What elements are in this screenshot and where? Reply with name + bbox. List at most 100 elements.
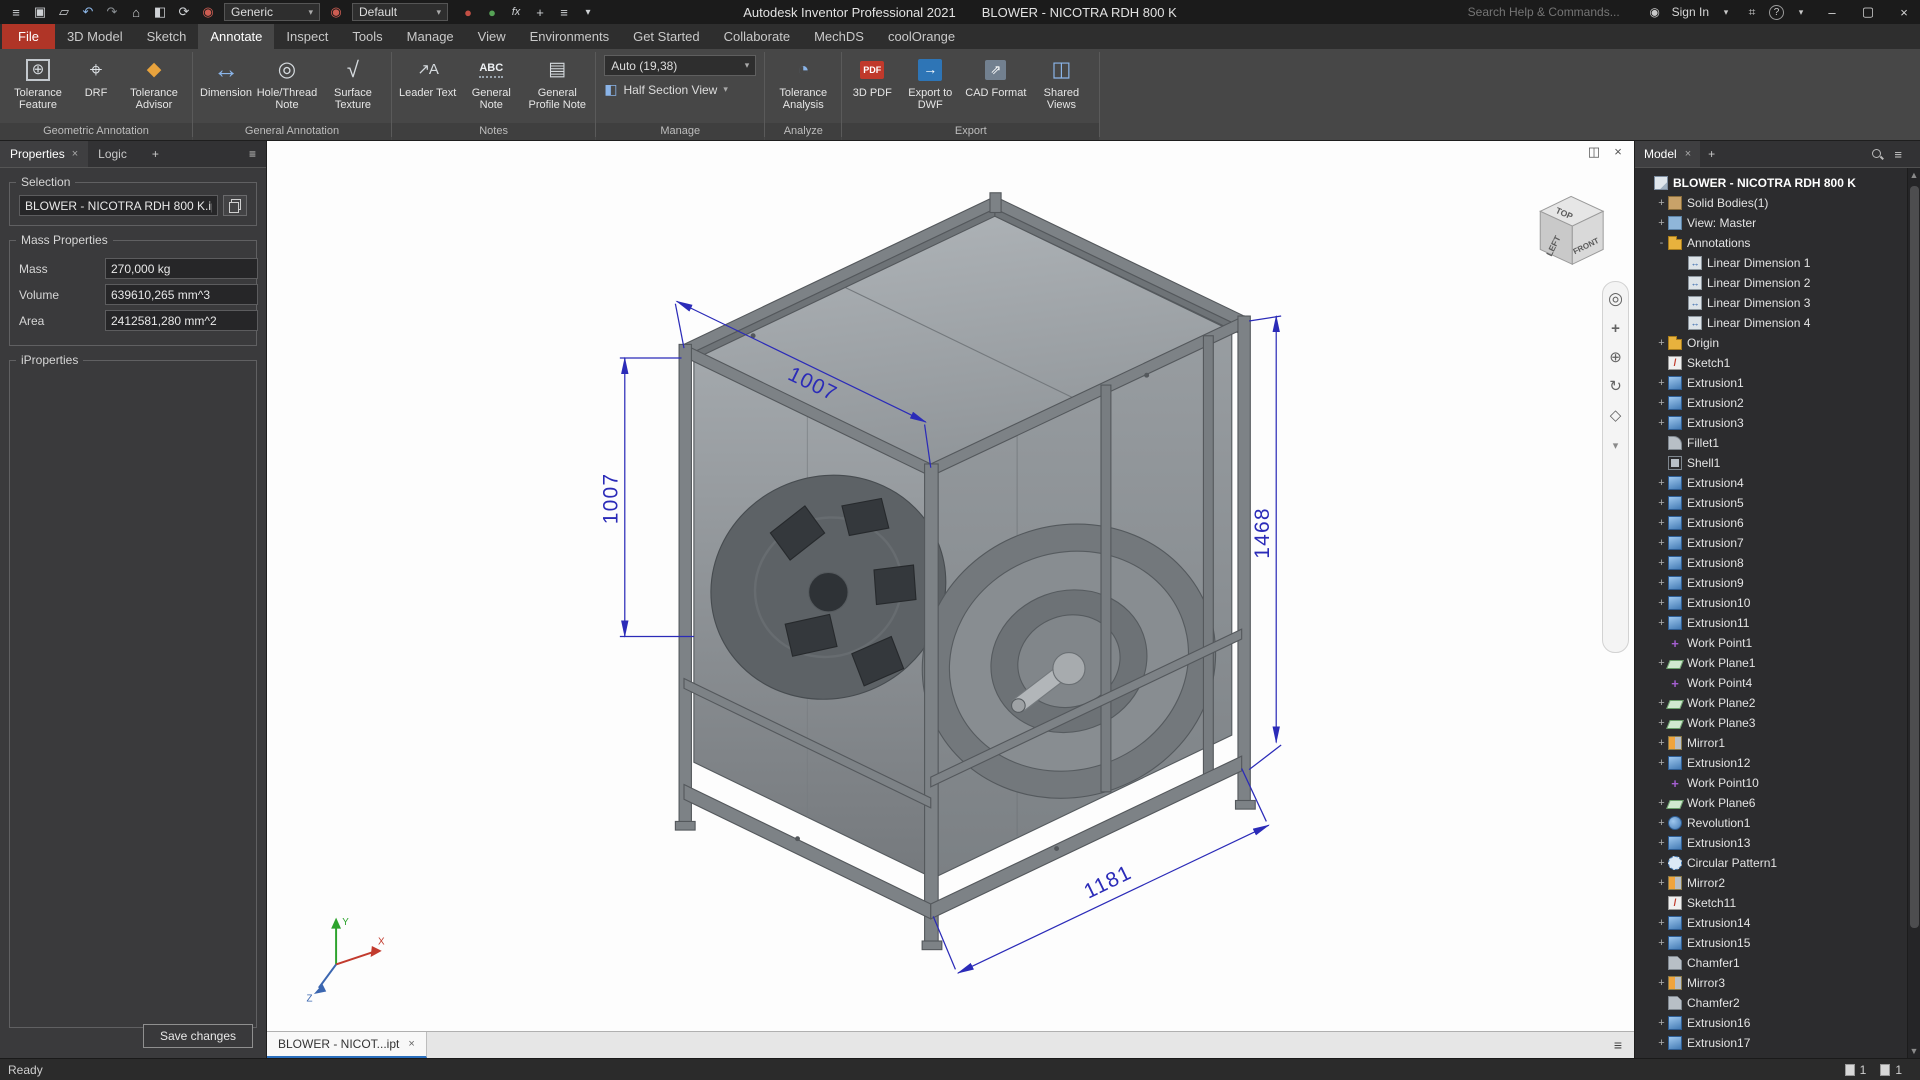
mass-property-value[interactable]: [105, 284, 258, 305]
add-panel-tab-button[interactable]: +: [144, 141, 167, 167]
sign-in-button[interactable]: Sign In: [1672, 5, 1709, 19]
tree-item[interactable]: + Extrusion11: [1637, 613, 1906, 633]
save-changes-button[interactable]: Save changes: [143, 1024, 253, 1048]
tree-expander[interactable]: +: [1655, 757, 1668, 769]
ribbon-tab[interactable]: Annotate: [198, 24, 274, 49]
chevron-down-icon[interactable]: ▾: [1717, 7, 1735, 18]
tree-expander[interactable]: +: [1655, 857, 1668, 869]
ribbon-button[interactable]: General Profile Note: [524, 52, 590, 113]
dimension-label-right[interactable]: 1468: [1251, 507, 1274, 559]
ribbon-button[interactable]: Shared Views: [1028, 52, 1094, 113]
scroll-up-icon[interactable]: ▲: [1910, 168, 1919, 182]
chevron-down-icon[interactable]: ▾: [1792, 7, 1810, 18]
qat-icon[interactable]: [52, 1, 76, 23]
tree-expander[interactable]: +: [1655, 817, 1668, 829]
ribbon-button[interactable]: Tolerance Advisor: [121, 52, 187, 113]
tree-item[interactable]: Chamfer2: [1637, 993, 1906, 1013]
ribbon-button[interactable]: CAD Format: [963, 52, 1028, 100]
ribbon-tab[interactable]: File: [2, 24, 55, 49]
qat-icon[interactable]: [124, 1, 148, 23]
tree-expander[interactable]: +: [1655, 217, 1668, 229]
ribbon-group-title[interactable]: Export: [842, 123, 1099, 140]
ribbon-tab[interactable]: MechDS: [802, 24, 876, 49]
tree-item[interactable]: + Extrusion12: [1637, 753, 1906, 773]
viewport-canvas[interactable]: 1007 1007 1468 1181: [267, 141, 1634, 1031]
ribbon-button[interactable]: Dimension: [198, 52, 254, 100]
tree-item[interactable]: + Extrusion13: [1637, 833, 1906, 853]
scroll-down-icon[interactable]: ▼: [1910, 1044, 1919, 1058]
ribbon-tab[interactable]: Inspect: [274, 24, 340, 49]
tree-expander[interactable]: +: [1655, 497, 1668, 509]
ribbon-group-title[interactable]: Geometric Annotation: [0, 123, 192, 140]
mass-property-value[interactable]: [105, 258, 258, 279]
tree-item[interactable]: + Extrusion16: [1637, 1013, 1906, 1033]
qat-icon[interactable]: [552, 1, 576, 23]
tree-item[interactable]: + Extrusion7: [1637, 533, 1906, 553]
qat-icon[interactable]: [456, 1, 480, 23]
panel-menu-icon[interactable]: ≡: [239, 141, 266, 167]
tree-item[interactable]: Work Point10: [1637, 773, 1906, 793]
model-view[interactable]: 1007 1007 1468 1181: [267, 141, 1634, 1031]
qat-icon[interactable]: [528, 1, 552, 23]
ribbon-button[interactable]: General Note: [458, 52, 524, 113]
tree-item[interactable]: Linear Dimension 2: [1637, 273, 1906, 293]
tree-item[interactable]: + Mirror1: [1637, 733, 1906, 753]
tree-item[interactable]: BLOWER - NICOTRA RDH 800 K: [1637, 173, 1906, 193]
panel-tab[interactable]: Properties ×: [0, 141, 88, 167]
ribbon-tab[interactable]: Get Started: [621, 24, 711, 49]
ribbon-group-title[interactable]: Notes: [392, 123, 595, 140]
look-at-icon[interactable]: [1610, 408, 1622, 423]
ribbon-tab[interactable]: Sketch: [135, 24, 199, 49]
dimension-label-left[interactable]: 1007: [599, 473, 622, 525]
ribbon-group-title[interactable]: Manage: [596, 123, 764, 140]
tree-expander[interactable]: +: [1655, 337, 1668, 349]
split-view-icon[interactable]: ◫: [1586, 144, 1602, 160]
close-document-icon[interactable]: ×: [1610, 144, 1626, 160]
tree-item[interactable]: + Extrusion5: [1637, 493, 1906, 513]
tree-expander[interactable]: +: [1655, 577, 1668, 589]
tree-expander[interactable]: +: [1655, 417, 1668, 429]
view-cube[interactable]: TOP LEFT FRONT: [1540, 196, 1603, 264]
qat-icon[interactable]: [28, 1, 52, 23]
blower-3d-model[interactable]: [675, 193, 1255, 950]
tree-item[interactable]: Shell1: [1637, 453, 1906, 473]
close-button[interactable]: ×: [1890, 0, 1918, 24]
tree-expander[interactable]: +: [1655, 477, 1668, 489]
ribbon-tab[interactable]: View: [466, 24, 518, 49]
app-store-icon[interactable]: ⌗: [1743, 5, 1761, 20]
ribbon-button[interactable]: Tolerance Feature: [5, 52, 71, 113]
search-icon[interactable]: [1870, 147, 1884, 161]
qat-icon[interactable]: [576, 1, 600, 23]
tree-expander[interactable]: +: [1655, 877, 1668, 889]
tree-item[interactable]: + Extrusion8: [1637, 553, 1906, 573]
tree-item[interactable]: + Work Plane6: [1637, 793, 1906, 813]
ribbon-button[interactable]: Tolerance Analysis: [770, 52, 836, 113]
pan-icon[interactable]: [1611, 321, 1620, 336]
selection-field[interactable]: [19, 195, 218, 216]
close-icon[interactable]: ×: [408, 1038, 414, 1050]
document-tab[interactable]: BLOWER - NICOT...ipt ×: [267, 1032, 427, 1058]
tree-item[interactable]: + Origin: [1637, 333, 1906, 353]
tree-item[interactable]: + Work Plane1: [1637, 653, 1906, 673]
tree-expander[interactable]: +: [1655, 557, 1668, 569]
search-input[interactable]: [1468, 5, 1638, 19]
tree-expander[interactable]: +: [1655, 397, 1668, 409]
tree-item[interactable]: + Extrusion10: [1637, 593, 1906, 613]
browser-menu-icon[interactable]: ≡: [1894, 147, 1902, 162]
tree-item[interactable]: + Extrusion3: [1637, 413, 1906, 433]
qat-icon[interactable]: [100, 1, 124, 23]
ribbon-tab[interactable]: coolOrange: [876, 24, 967, 49]
ribbon-group-title[interactable]: Analyze: [765, 123, 841, 140]
browser-tab-model[interactable]: Model ×: [1635, 141, 1700, 167]
mass-property-value[interactable]: [105, 310, 258, 331]
tree-item[interactable]: - Annotations: [1637, 233, 1906, 253]
tree-item[interactable]: Sketch11: [1637, 893, 1906, 913]
ribbon-button[interactable]: Export to DWF: [897, 52, 963, 113]
tree-item[interactable]: Sketch1: [1637, 353, 1906, 373]
tree-expander[interactable]: +: [1655, 737, 1668, 749]
close-icon[interactable]: ×: [72, 148, 78, 160]
tree-expander[interactable]: +: [1655, 1037, 1668, 1049]
qat-icon[interactable]: [4, 1, 28, 23]
ribbon-button[interactable]: Surface Texture: [320, 52, 386, 113]
tree-item[interactable]: Linear Dimension 3: [1637, 293, 1906, 313]
